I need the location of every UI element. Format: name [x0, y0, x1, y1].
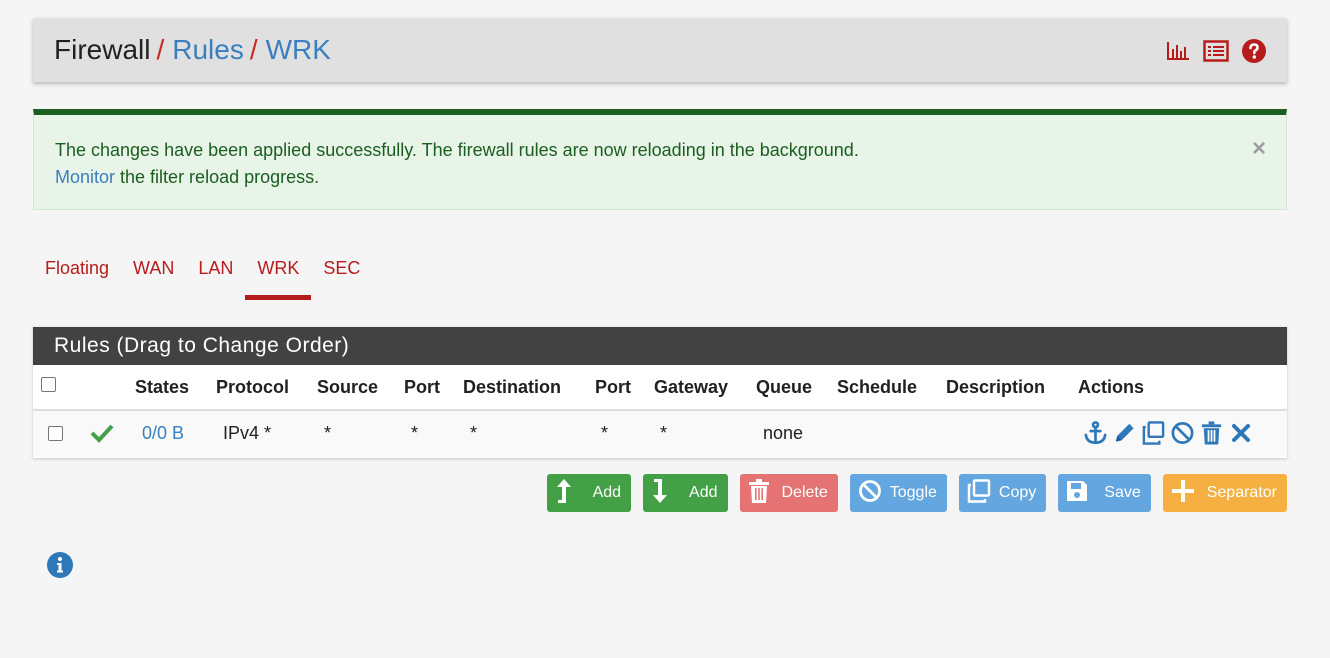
- copy-button[interactable]: Copy: [958, 474, 1047, 512]
- cell-protocol: IPv4 *: [223, 423, 272, 443]
- interface-tabs: Floating WAN LAN WRK SEC: [33, 248, 372, 302]
- copy-label: Copy: [998, 484, 1037, 501]
- help-icon[interactable]: [1241, 38, 1267, 64]
- header-destination[interactable]: Destination: [463, 377, 561, 398]
- tab-wrk[interactable]: WRK: [245, 248, 312, 300]
- header-protocol[interactable]: Protocol: [216, 377, 289, 398]
- cell-destination: *: [470, 423, 478, 443]
- arrow-down-icon: [651, 478, 669, 509]
- anchor-icon[interactable]: [1083, 420, 1108, 445]
- delete-button[interactable]: Delete: [739, 474, 838, 512]
- header-source-port[interactable]: Port: [404, 377, 440, 398]
- breadcrumb-wrk-link[interactable]: WRK: [266, 34, 331, 65]
- bar-chart-icon[interactable]: [1165, 38, 1191, 64]
- copy-icon[interactable]: [1141, 420, 1166, 445]
- breadcrumb: Firewall / Rules / WRK: [54, 32, 331, 68]
- header-source[interactable]: Source: [317, 377, 378, 398]
- alert-message-line2: Monitor the filter reload progress.: [55, 164, 859, 191]
- toggle-button[interactable]: Toggle: [849, 474, 947, 512]
- copy-icon: [967, 478, 991, 508]
- list-icon[interactable]: [1203, 38, 1229, 64]
- cell-queue: none: [763, 423, 804, 443]
- add-bottom-label: Add: [689, 484, 718, 501]
- row-actions: [1083, 420, 1253, 445]
- pass-check-icon[interactable]: [90, 423, 114, 448]
- toggle-label: Toggle: [889, 484, 937, 501]
- breadcrumb-rules-link[interactable]: Rules: [172, 34, 244, 65]
- header-queue[interactable]: Queue: [756, 377, 812, 398]
- alert-message-line1: The changes have been applied successful…: [55, 140, 859, 160]
- add-separator-button[interactable]: Separator: [1162, 474, 1287, 512]
- breadcrumb-separator: /: [156, 34, 165, 65]
- header-description[interactable]: Description: [946, 377, 1045, 398]
- header-states[interactable]: States: [135, 377, 189, 398]
- tab-lan[interactable]: LAN: [186, 248, 245, 300]
- trash-icon: [748, 478, 770, 508]
- table-header: States Protocol Source Port Destination …: [33, 365, 1287, 411]
- pencil-icon[interactable]: [1112, 420, 1137, 445]
- info-icon[interactable]: [47, 552, 73, 578]
- add-rule-bottom-button[interactable]: Add: [643, 474, 728, 512]
- page-header: Firewall / Rules / WRK: [33, 18, 1287, 82]
- monitor-link[interactable]: Monitor: [55, 167, 115, 187]
- tab-sec[interactable]: SEC: [311, 248, 372, 300]
- add-top-label: Add: [592, 484, 622, 501]
- alert-close-button[interactable]: ×: [1252, 137, 1266, 161]
- states-link[interactable]: 0/0 B: [142, 423, 184, 444]
- plus-icon: [1171, 479, 1195, 508]
- success-alert: The changes have been applied successful…: [33, 109, 1287, 210]
- alert-message: The changes have been applied successful…: [55, 137, 859, 191]
- breadcrumb-firewall: Firewall: [54, 34, 151, 65]
- select-all-checkbox[interactable]: [41, 377, 56, 392]
- cell-destination-port: *: [601, 423, 609, 443]
- tab-floating[interactable]: Floating: [33, 248, 121, 300]
- separator-label: Separator: [1206, 484, 1277, 501]
- alert-link-suffix: the filter reload progress.: [115, 167, 320, 187]
- disable-icon[interactable]: [1170, 420, 1195, 445]
- rules-panel: Rules (Drag to Change Order) States Prot…: [33, 327, 1287, 458]
- trash-icon[interactable]: [1199, 420, 1224, 445]
- tab-wan[interactable]: WAN: [121, 248, 186, 300]
- table-row[interactable]: 0/0 B IPv4 * * * * * * none: [33, 411, 1287, 457]
- arrow-up-icon: [555, 478, 573, 509]
- cell-source: *: [324, 423, 332, 443]
- cell-source-port: *: [411, 423, 419, 443]
- row-checkbox[interactable]: [48, 426, 63, 441]
- save-label: Save: [1104, 484, 1141, 501]
- breadcrumb-separator: /: [249, 34, 258, 65]
- button-bar: Add Add Delete Toggle Copy Save Separato…: [546, 474, 1287, 512]
- cell-gateway: *: [660, 423, 668, 443]
- ban-icon: [858, 479, 882, 508]
- panel-title: Rules (Drag to Change Order): [33, 327, 1287, 365]
- floppy-disk-icon: [1066, 480, 1088, 507]
- add-rule-top-button[interactable]: Add: [546, 474, 632, 512]
- header-icons: [1165, 38, 1267, 64]
- header-destination-port[interactable]: Port: [595, 377, 631, 398]
- delete-x-icon[interactable]: [1228, 420, 1253, 445]
- delete-label: Delete: [781, 484, 828, 501]
- save-button[interactable]: Save: [1058, 474, 1151, 512]
- header-gateway[interactable]: Gateway: [654, 377, 728, 398]
- header-schedule[interactable]: Schedule: [837, 377, 917, 398]
- header-actions: Actions: [1078, 377, 1145, 397]
